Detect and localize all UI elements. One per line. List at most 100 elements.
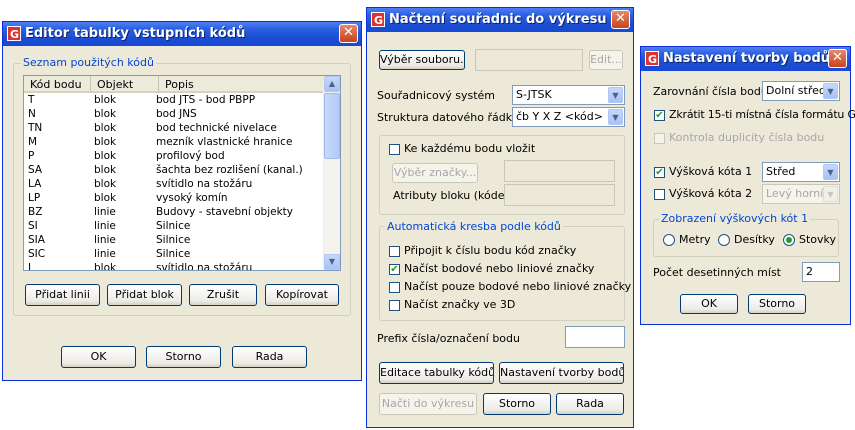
auto-draw-option-checkbox[interactable] <box>389 282 400 293</box>
table-row[interactable]: BZ linie Budovy - stavební objekty <box>24 206 324 220</box>
height1-checkbox[interactable]: ✔ <box>654 167 665 178</box>
col-header-desc[interactable]: Popis <box>159 76 325 93</box>
col-header-object[interactable]: Objekt <box>91 76 159 93</box>
height1-label: Výšková kóta 1 <box>669 165 753 178</box>
table-row[interactable]: LA blok svítidlo na stožáru <box>24 178 324 192</box>
block-attributes-field[interactable] <box>504 184 615 206</box>
prefix-field[interactable] <box>565 326 625 348</box>
window-title: Načtení souřadnic do výkresu <box>389 12 607 27</box>
symbol-field[interactable] <box>504 160 615 182</box>
shorten-label: Zkrátit 15-ti místná čísla formátu GP <box>669 108 855 121</box>
close-icon[interactable]: ✕ <box>611 10 630 29</box>
unit-radio-label: Metry <box>679 233 711 246</box>
chevron-down-icon[interactable]: ▼ <box>608 109 623 125</box>
row-code: L <box>28 262 34 271</box>
title-bar[interactable]: G Nastavení tvorby bodů ✕ <box>641 47 850 71</box>
delete-button[interactable]: Zrušit <box>189 284 257 306</box>
ok-button[interactable]: OK <box>61 346 136 368</box>
scroll-up-icon[interactable]: ▲ <box>324 76 340 92</box>
decimals-label: Počet desetinných míst <box>653 266 781 279</box>
edit-code-table-button[interactable]: Editace tabulky kódů < <box>379 362 494 384</box>
table-row[interactable]: Nblok bod JNS <box>24 108 324 122</box>
close-icon[interactable]: ✕ <box>828 49 847 68</box>
coord-system-select[interactable]: S-JTSK ▼ <box>512 85 625 105</box>
table-row[interactable]: Mblok mezník vlastnické hranice <box>24 136 324 150</box>
row-code: N <box>28 108 36 120</box>
add-block-button[interactable]: Přidat blok <box>107 284 182 306</box>
select-file-button[interactable]: Výběr souboru... <box>379 50 465 70</box>
height1-select[interactable]: Střed ▼ <box>762 162 840 182</box>
duplicity-checkbox[interactable] <box>654 133 665 144</box>
point-settings-button[interactable]: Nastavení tvorby bodů < <box>499 362 624 384</box>
title-bar[interactable]: G Načtení souřadnic do výkresu ✕ <box>367 8 633 32</box>
attach-checkbox[interactable] <box>389 144 400 155</box>
scroll-thumb[interactable] <box>324 93 340 159</box>
table-row[interactable]: Tblok bod JTS - bod PBPP <box>24 94 324 108</box>
help-button[interactable]: Rada <box>232 346 307 368</box>
height2-checkbox[interactable] <box>654 189 665 200</box>
height1-value: Střed <box>766 165 796 178</box>
edit-file-button[interactable]: Edit... <box>589 50 623 70</box>
auto-draw-option-label: Načíst značky ve 3D <box>404 298 516 311</box>
line-structure-select[interactable]: čb Y X Z <kód> ▼ <box>512 107 625 127</box>
row-object: blok <box>94 164 117 176</box>
row-code: SIC <box>28 248 46 260</box>
row-desc: svítidlo na stožáru <box>156 178 253 190</box>
unit-radio[interactable] <box>663 234 675 246</box>
codes-list[interactable]: Kód bodu Objekt Popis Tblok bod JTS - bod… <box>23 75 341 271</box>
copy-button[interactable]: Kopírovat <box>265 284 339 306</box>
storno-button[interactable]: Storno <box>146 346 221 368</box>
unit-radio[interactable] <box>718 234 730 246</box>
row-object: blok <box>94 136 117 148</box>
auto-draw-option-label: Načíst bodové nebo liniové značky <box>404 262 595 275</box>
table-row[interactable]: SIA linie Silnice <box>24 234 324 248</box>
table-row[interactable]: LP blok vysoký komín <box>24 192 324 206</box>
title-bar[interactable]: G Editor tabulky vstupních kódů ✕ <box>3 22 361 46</box>
select-symbol-button[interactable]: Výběr značky... <box>392 163 478 183</box>
align-select[interactable]: Dolní střed ▼ <box>762 81 840 101</box>
auto-draw-option-checkbox[interactable] <box>389 300 400 311</box>
row-desc: mezník vlastnické hranice <box>156 136 293 148</box>
table-row[interactable]: SIC linie Silnice <box>24 248 324 262</box>
coord-system-label: Souřadnicový systém <box>377 89 496 102</box>
chevron-down-icon[interactable]: ▼ <box>823 164 838 180</box>
vertical-scrollbar[interactable]: ▲ ▼ <box>323 76 340 270</box>
chevron-down-icon[interactable]: ▼ <box>823 186 838 202</box>
close-icon[interactable]: ✕ <box>339 24 358 43</box>
unit-radio-label: Stovky <box>799 233 837 246</box>
add-line-button[interactable]: Přidat linii <box>25 284 100 306</box>
table-row[interactable]: TN blok bod technické nivelace <box>24 122 324 136</box>
storno-button[interactable]: Storno <box>483 393 551 415</box>
file-path-field[interactable] <box>475 49 583 71</box>
help-button[interactable]: Rada <box>556 393 624 415</box>
shorten-checkbox[interactable]: ✔ <box>654 110 665 121</box>
col-header-code[interactable]: Kód bodu <box>24 76 91 93</box>
scroll-down-icon[interactable]: ▼ <box>324 254 340 270</box>
auto-draw-option-checkbox[interactable] <box>389 246 400 257</box>
storno-button[interactable]: Storno <box>748 294 806 314</box>
chevron-down-icon[interactable]: ▼ <box>823 83 838 99</box>
row-desc: profilový bod <box>156 150 225 162</box>
load-to-drawing-button[interactable]: Načti do výkresu <box>379 393 477 415</box>
decimals-field[interactable]: 2 <box>802 262 840 282</box>
table-row[interactable]: Pblok profilový bod <box>24 150 324 164</box>
app-icon: G <box>371 12 385 27</box>
row-code: T <box>28 94 35 106</box>
ok-button[interactable]: OK <box>680 294 738 314</box>
row-desc: Silnice <box>156 220 191 232</box>
row-object: blok <box>94 122 117 134</box>
auto-draw-option-checkbox[interactable]: ✔ <box>389 264 400 275</box>
chevron-down-icon[interactable]: ▼ <box>608 87 623 103</box>
table-row[interactable]: Lblok svítidlo na stožáru <box>24 262 324 271</box>
row-desc: svítidlo na stožáru <box>156 262 253 271</box>
row-desc: bod JTS - bod PBPP <box>156 94 256 106</box>
window-title: Nastavení tvorby bodů <box>663 51 831 66</box>
row-object: linie <box>94 248 116 260</box>
height2-select[interactable]: Levý horní ▼ <box>762 184 840 204</box>
unit-radio[interactable] <box>783 234 795 246</box>
row-desc: Budovy - stavební objekty <box>156 206 293 218</box>
table-row[interactable]: SI linie Silnice <box>24 220 324 234</box>
row-object: blok <box>94 262 117 271</box>
row-code: BZ <box>28 206 43 218</box>
table-row[interactable]: SA blok šachta bez rozlišení (kanal.) <box>24 164 324 178</box>
